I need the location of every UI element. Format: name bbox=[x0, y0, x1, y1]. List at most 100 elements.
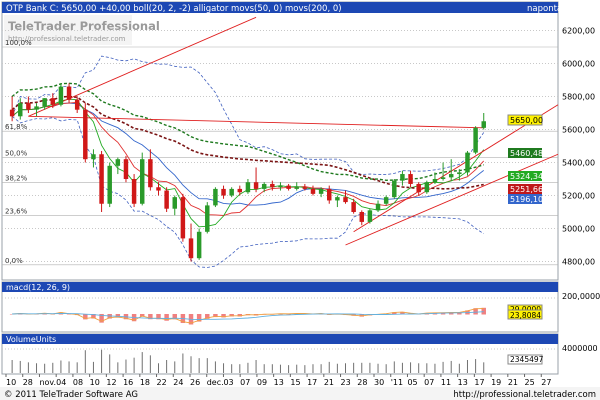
price-y-axis: 6200,00 6000,00 5800,00 5600,00 5400,00 5200,… bbox=[562, 27, 595, 267]
period-label: naponta bbox=[527, 4, 562, 14]
candle bbox=[392, 179, 397, 199]
footer-copyright: © 2011 TeleTrader Software AG bbox=[4, 390, 138, 400]
candle bbox=[58, 83, 64, 107]
candle-body bbox=[375, 203, 381, 211]
x-tick-label: dec. bbox=[207, 378, 224, 387]
candle-body bbox=[221, 188, 226, 196]
candle bbox=[123, 155, 129, 183]
candle-body bbox=[131, 179, 137, 204]
candle bbox=[367, 208, 373, 224]
candle-body bbox=[205, 205, 210, 232]
candle-body bbox=[156, 187, 161, 191]
candle-body bbox=[286, 185, 291, 189]
candle-body bbox=[66, 86, 72, 100]
candle-body bbox=[270, 183, 275, 188]
candle-body bbox=[327, 188, 332, 201]
candle-body bbox=[91, 154, 96, 160]
candle bbox=[107, 162, 112, 208]
x-tick-label: 16 bbox=[123, 378, 133, 387]
chart-window: OTP Bank C: 5650,00 +40,00 boll(20, 2, -… bbox=[0, 0, 600, 400]
candle-body bbox=[74, 99, 80, 110]
candle-body bbox=[196, 231, 202, 259]
candle bbox=[180, 193, 186, 242]
x-tick-label: 15 bbox=[290, 378, 300, 387]
macd-value: 23,8084 bbox=[510, 311, 541, 320]
x-tick-label: 17 bbox=[307, 378, 317, 387]
macd-title-bar bbox=[2, 282, 558, 292]
candle-body bbox=[335, 197, 340, 201]
footer-url: http://professional.teletrader.com bbox=[453, 390, 596, 400]
candle-body bbox=[99, 154, 104, 204]
candle-body bbox=[229, 188, 234, 196]
candle bbox=[205, 202, 210, 234]
candle-body bbox=[83, 109, 88, 160]
candle bbox=[164, 187, 169, 212]
candle-body bbox=[367, 210, 373, 222]
candle-body bbox=[115, 159, 121, 166]
candle-body bbox=[440, 177, 446, 179]
x-tick-label: 21 bbox=[508, 378, 518, 387]
y-tick-label: 4800,00 bbox=[562, 258, 595, 267]
candle-body bbox=[261, 183, 267, 189]
candle-body bbox=[245, 182, 251, 193]
x-tick-label: 25 bbox=[525, 378, 535, 387]
ma50-value: 5460,48 bbox=[510, 149, 543, 158]
x-tick-label: '11 bbox=[391, 378, 403, 387]
candle-body bbox=[139, 159, 145, 204]
fib-label: 23,6% bbox=[5, 207, 28, 215]
x-tick-label: 19 bbox=[491, 378, 501, 387]
candle-body bbox=[50, 98, 56, 105]
candle-body bbox=[302, 187, 308, 189]
x-tick-label: 09 bbox=[257, 378, 267, 387]
candle-body bbox=[148, 159, 153, 188]
candle bbox=[139, 152, 145, 206]
fib-label: 0,0% bbox=[5, 257, 23, 265]
y-tick-label: 6200,00 bbox=[562, 27, 595, 36]
x-tick-label: 21 bbox=[324, 378, 334, 387]
x-tick-label: 17 bbox=[474, 378, 484, 387]
candle-body bbox=[18, 103, 23, 117]
candle bbox=[465, 150, 470, 176]
x-tick-label: 27 bbox=[541, 378, 551, 387]
fib-label: 38,2% bbox=[5, 174, 28, 182]
x-tick-label: 23 bbox=[341, 378, 351, 387]
x-tick-label: 10 bbox=[90, 378, 100, 387]
chart-canvas: OTP Bank C: 5650,00 +40,00 boll(20, 2, -… bbox=[0, 1, 600, 400]
candle-body bbox=[180, 197, 186, 239]
candle-body bbox=[172, 197, 177, 209]
candle-body bbox=[188, 238, 194, 259]
candle-body bbox=[465, 152, 470, 173]
candle-body bbox=[310, 188, 316, 194]
candle-body bbox=[416, 183, 421, 193]
x-tick-label: 03 bbox=[223, 378, 233, 387]
candle bbox=[196, 228, 202, 260]
candle-body bbox=[42, 98, 47, 107]
candle-body bbox=[432, 179, 438, 183]
candle bbox=[473, 126, 478, 155]
candle-body bbox=[383, 197, 389, 204]
candle bbox=[99, 150, 104, 212]
fib-label: 50,0% bbox=[5, 150, 28, 158]
volume-value: 2345497 bbox=[510, 355, 544, 364]
x-tick-label: 10 bbox=[6, 378, 16, 387]
candle-body bbox=[448, 174, 454, 178]
candle bbox=[83, 103, 88, 163]
candle-body bbox=[9, 109, 15, 117]
x-tick-label: nov. bbox=[39, 378, 56, 387]
candle bbox=[213, 187, 218, 208]
candle-body bbox=[123, 159, 129, 179]
candle-body bbox=[26, 103, 31, 110]
macd-title: macd(12, 26, 9) bbox=[6, 283, 70, 292]
x-tick-label: 28 bbox=[23, 378, 33, 387]
candle-body bbox=[213, 188, 218, 206]
fib-label: 100,0% bbox=[5, 39, 32, 47]
candle-body bbox=[400, 174, 405, 181]
volume-title: VolumeUnits bbox=[6, 335, 56, 344]
candle-body bbox=[359, 212, 365, 222]
volume-title-bar bbox=[2, 334, 558, 344]
price-title: OTP Bank C: 5650,00 +40,00 boll(20, 2, -… bbox=[6, 4, 342, 14]
x-tick-label: 30 bbox=[374, 378, 384, 387]
y-tick-label: 5800,00 bbox=[562, 93, 595, 102]
candle-body bbox=[473, 127, 478, 153]
x-tick-label: 26 bbox=[190, 378, 200, 387]
